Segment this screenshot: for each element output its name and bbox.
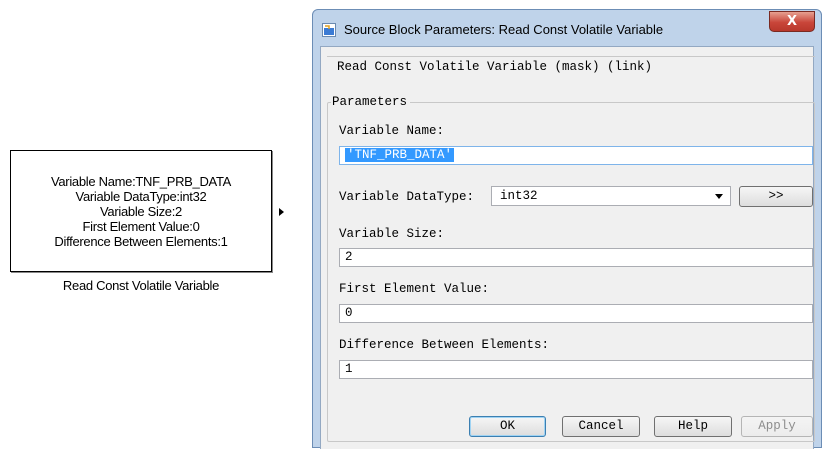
output-port-icon[interactable]: [279, 208, 284, 216]
difference-label: Difference Between Elements:: [339, 338, 550, 352]
apply-button[interactable]: Apply: [741, 416, 813, 437]
variable-datatype-select[interactable]: int32: [491, 186, 731, 206]
variable-size-label: Variable Size:: [339, 227, 445, 241]
block-caption[interactable]: Read Const Volatile Variable: [10, 278, 272, 293]
variable-datatype-label: Variable DataType:: [339, 190, 475, 204]
dialog-client-area: Read Const Volatile Variable (mask) (lin…: [320, 46, 815, 449]
first-element-value-label: First Element Value:: [339, 282, 490, 296]
variable-name-value: 'TNF_PRB_DATA': [345, 148, 455, 162]
variable-name-field[interactable]: 'TNF_PRB_DATA': [339, 146, 813, 165]
parameters-group-label: Parameters: [331, 95, 411, 109]
datatype-assistant-label: >>: [768, 189, 784, 203]
first-element-value-field[interactable]: 0: [339, 304, 813, 323]
block-description: Read Const Volatile Variable (mask) (lin…: [337, 60, 657, 74]
dialog-titlebar[interactable]: Source Block Parameters: Read Const Vola…: [313, 10, 821, 48]
block-variable-size: Variable Size:2: [100, 203, 182, 219]
variable-size-field[interactable]: 2: [339, 248, 813, 267]
ok-button[interactable]: OK: [469, 416, 546, 437]
difference-field[interactable]: 1: [339, 360, 813, 379]
variable-datatype-value: int32: [500, 189, 538, 203]
dialog-title: Source Block Parameters: Read Const Vola…: [344, 22, 664, 37]
close-icon: X: [786, 14, 798, 29]
help-button[interactable]: Help: [654, 416, 732, 437]
block-parameters-dialog: Source Block Parameters: Read Const Vola…: [312, 9, 822, 449]
datatype-assistant-button[interactable]: >>: [739, 186, 813, 207]
close-button[interactable]: X: [769, 11, 815, 32]
variable-name-label: Variable Name:: [339, 124, 445, 138]
block-first-element: First Element Value:0: [82, 218, 200, 234]
block-difference: Difference Between Elements:1: [54, 233, 228, 249]
read-const-volatile-block[interactable]: Variable Name:TNF_PRB_DATA Variable Data…: [10, 150, 272, 272]
block-variable-name: Variable Name:TNF_PRB_DATA: [50, 173, 232, 189]
description-group: Read Const Volatile Variable (mask) (lin…: [327, 56, 815, 74]
simulink-block-icon: [322, 23, 336, 37]
cancel-button[interactable]: Cancel: [562, 416, 640, 437]
block-variable-datatype: Variable DataType:int32: [75, 188, 207, 204]
chevron-down-icon: [715, 194, 723, 199]
